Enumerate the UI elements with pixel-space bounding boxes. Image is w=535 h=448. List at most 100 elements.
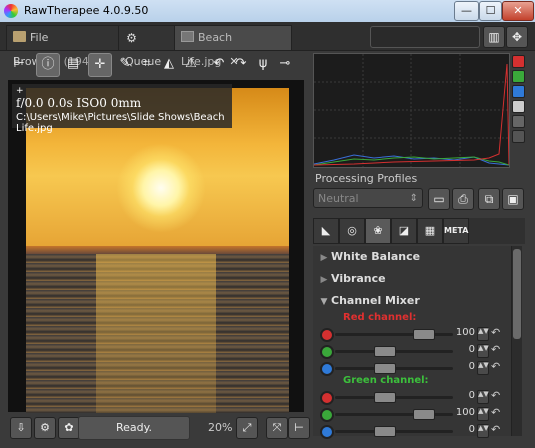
- white-balance-expander[interactable]: ▶ White Balance: [313, 247, 513, 267]
- tab-exposure[interactable]: ◣: [313, 218, 339, 244]
- photo-sun: [116, 143, 206, 233]
- top-empty-box: [370, 26, 480, 48]
- slider-value[interactable]: 0: [453, 344, 475, 355]
- slider-knob[interactable]: [413, 409, 435, 420]
- scrollbar-thumb[interactable]: [513, 249, 521, 339]
- tab-metadata[interactable]: META: [443, 218, 469, 244]
- red-dot-icon: [320, 328, 334, 342]
- image-icon: [181, 31, 194, 42]
- photo-sun-reflection: [96, 254, 216, 413]
- spin-button[interactable]: ▲▼: [477, 327, 489, 341]
- hide-panel-icon[interactable]: ⊢: [288, 417, 310, 439]
- green-slider-blue[interactable]: 0 ▲▼ ↶: [313, 423, 513, 440]
- tab-raw[interactable]: ▦: [417, 218, 443, 244]
- fullscreen-icon[interactable]: ⤧: [266, 417, 288, 439]
- histogram-bar-toggle[interactable]: [512, 130, 525, 143]
- editor-status-bar: ⇩ ⚙ ✿ Ready. 20% ⤢ ⤧ ⊢: [8, 415, 310, 441]
- channel-mixer-expander[interactable]: ▼ Channel Mixer: [313, 291, 513, 311]
- red-slider-green[interactable]: 0 ▲▼ ↶: [313, 343, 513, 360]
- channel-mixer-label: Channel Mixer: [331, 294, 420, 307]
- minimize-button[interactable]: —: [454, 1, 479, 21]
- close-button[interactable]: ✕: [502, 1, 534, 21]
- histogram-luminance-toggle[interactable]: [512, 100, 525, 113]
- slider-knob[interactable]: [413, 329, 435, 340]
- histogram-red-toggle[interactable]: [512, 55, 525, 68]
- redo-icon[interactable]: ↷: [230, 53, 252, 75]
- profile-select[interactable]: Neutral ⇕: [313, 188, 423, 208]
- save-image-icon[interactable]: ⇩: [10, 417, 32, 439]
- queue-add-icon[interactable]: ⚙: [34, 417, 56, 439]
- tool-panel-scrollbar[interactable]: [511, 246, 522, 436]
- histogram-blue-toggle[interactable]: [512, 85, 525, 98]
- spin-button[interactable]: ▲▼: [477, 390, 489, 404]
- status-text: Ready.: [78, 416, 190, 440]
- before-after-icon[interactable]: ▤: [62, 53, 84, 75]
- slider-value[interactable]: 0: [453, 361, 475, 372]
- file-path: C:\Users\Mike\Pictures\Slide Shows\Beach…: [16, 112, 225, 134]
- slider-knob[interactable]: [374, 426, 396, 437]
- maximize-button[interactable]: ☐: [479, 1, 502, 21]
- hand-tool-icon[interactable]: ✛: [88, 53, 112, 77]
- beach-photo: [26, 88, 289, 413]
- histogram-green-toggle[interactable]: [512, 70, 525, 83]
- tab-detail[interactable]: ◎: [339, 218, 365, 244]
- snapshot-icon[interactable]: ψ: [252, 53, 274, 75]
- spin-button[interactable]: ▲▼: [477, 344, 489, 358]
- spin-button[interactable]: ▲▼: [477, 407, 489, 421]
- open-profile-icon[interactable]: ▭: [428, 188, 450, 210]
- green-dot-icon: [320, 345, 334, 359]
- spin-button[interactable]: ▲▼: [477, 361, 489, 375]
- slider-value[interactable]: 100: [453, 407, 475, 418]
- app-icon: [4, 4, 18, 18]
- overlay-marker: +: [16, 86, 24, 96]
- histogram-raw-toggle[interactable]: [512, 115, 525, 128]
- tab-file-browser[interactable]: File Browser(194): [6, 25, 128, 68]
- zoom-fit-icon[interactable]: ⤢: [236, 417, 258, 439]
- slider-knob[interactable]: [374, 392, 396, 403]
- reset-icon[interactable]: ↶: [491, 423, 500, 436]
- warning-icon[interactable]: ⚠: [180, 53, 202, 75]
- blue-dot-icon: [320, 362, 334, 376]
- tab-transform[interactable]: ◪: [391, 218, 417, 244]
- save-profile-icon[interactable]: ⎙: [452, 188, 474, 210]
- reset-icon[interactable]: ↶: [491, 389, 500, 402]
- red-slider-red[interactable]: 100 ▲▼ ↶: [313, 326, 513, 343]
- profile-selected: Neutral: [318, 192, 359, 205]
- reset-icon[interactable]: ↶: [491, 360, 500, 373]
- folder-icon: [13, 31, 26, 42]
- external-editor-icon[interactable]: ✿: [58, 417, 80, 439]
- chevron-right-icon: ▶: [320, 253, 328, 263]
- hide-right-panel-icon[interactable]: ⊸: [274, 53, 296, 75]
- reset-icon[interactable]: ↶: [491, 326, 500, 339]
- crop-icon[interactable]: ⌗: [136, 53, 158, 75]
- info-icon[interactable]: ⓘ: [36, 53, 60, 77]
- paste-profile-icon[interactable]: ▣: [502, 188, 524, 210]
- tab-color[interactable]: ❀: [365, 218, 391, 244]
- slider-value[interactable]: 100: [453, 327, 475, 338]
- tab-beach-life[interactable]: Beach Life.jpg ✕: [174, 25, 292, 68]
- hide-left-panel-icon[interactable]: ⊢: [8, 53, 30, 75]
- slider-knob[interactable]: [374, 346, 396, 357]
- chevron-down-icon: ▼: [320, 297, 328, 307]
- copy-profile-icon[interactable]: ⧉: [478, 188, 500, 210]
- reset-icon[interactable]: ↶: [491, 406, 500, 419]
- white-balance-picker-icon[interactable]: ✎: [114, 53, 136, 75]
- green-slider-green[interactable]: 100 ▲▼ ↶: [313, 406, 513, 423]
- slider-value[interactable]: 0: [453, 424, 475, 435]
- green-slider-red[interactable]: 0 ▲▼ ↶: [313, 389, 513, 406]
- move-panels-icon[interactable]: ✥: [506, 26, 528, 48]
- spin-button[interactable]: ▲▼: [477, 424, 489, 438]
- processing-profiles-title: Processing Profiles: [315, 172, 418, 185]
- slider-track[interactable]: [335, 333, 453, 336]
- undo-icon[interactable]: ↶: [208, 53, 230, 75]
- vibrance-expander[interactable]: ▶ Vibrance: [313, 269, 513, 289]
- piano-icon[interactable]: ▥: [483, 26, 505, 48]
- white-balance-label: White Balance: [331, 250, 421, 263]
- slider-track[interactable]: [335, 413, 453, 416]
- slider-knob[interactable]: [374, 363, 396, 374]
- vibrance-label: Vibrance: [331, 272, 386, 285]
- reset-icon[interactable]: ↶: [491, 343, 500, 356]
- histogram: [313, 53, 510, 168]
- slider-value[interactable]: 0: [453, 390, 475, 401]
- straighten-icon[interactable]: ◭: [158, 53, 180, 75]
